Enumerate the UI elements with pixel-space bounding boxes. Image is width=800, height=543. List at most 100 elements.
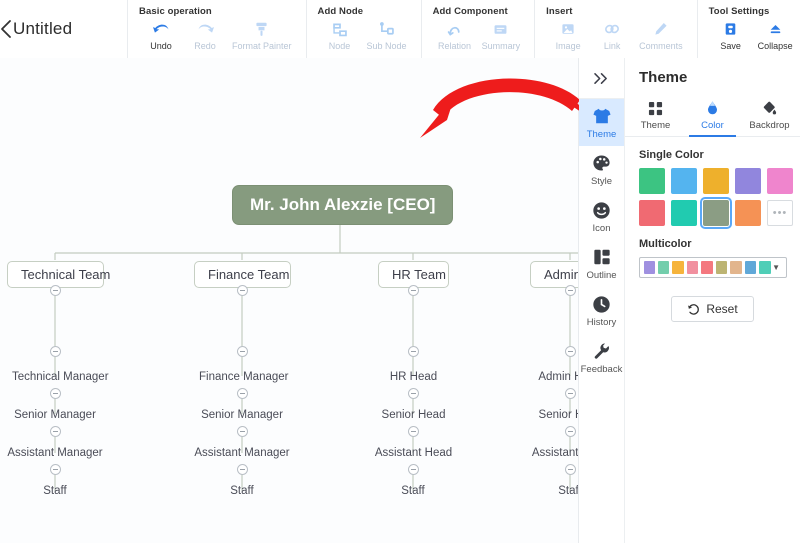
- collapse-toggle[interactable]: [236, 426, 248, 437]
- node-leaf[interactable]: Senior Manager: [8, 407, 102, 423]
- mindmap-canvas[interactable]: Mr. John Alexzie [CEO] Technical Team Te…: [0, 58, 579, 543]
- color-swatch[interactable]: [703, 168, 729, 194]
- node-leaf[interactable]: Technical Manager: [8, 369, 109, 385]
- node-leaf[interactable]: Finance Manager: [195, 369, 289, 385]
- node-leaf[interactable]: Staff: [212, 483, 272, 499]
- collapse-toggle[interactable]: [407, 285, 419, 296]
- insert-comments-button[interactable]: Comments: [634, 19, 688, 51]
- panel-rail: Theme Style Icon Outline History Feedbac…: [579, 58, 625, 543]
- rail-label: History: [586, 317, 617, 328]
- undo-arrow-icon: [152, 19, 171, 39]
- insert-link-button[interactable]: Link: [590, 19, 634, 51]
- node-team-technical[interactable]: Technical Team: [7, 261, 110, 288]
- multicolor-swatch: [701, 261, 713, 274]
- mindmap-connectors: [54, 223, 578, 491]
- collapse-toggle[interactable]: [49, 464, 61, 475]
- document-title[interactable]: Untitled: [13, 0, 127, 58]
- collapse-toggle[interactable]: [407, 464, 419, 475]
- node-leaf[interactable]: Senior Manager: [195, 407, 289, 423]
- collapse-toggle[interactable]: [49, 346, 61, 357]
- rail-item-history[interactable]: History: [579, 287, 624, 334]
- caret-down-icon[interactable]: ▼: [772, 263, 780, 272]
- collapse-toggle[interactable]: [49, 285, 61, 296]
- save-button[interactable]: Save: [709, 19, 753, 51]
- node-leaf[interactable]: Staff: [383, 483, 443, 499]
- right-panel: Theme Style Icon Outline History Feedbac…: [579, 58, 800, 543]
- collapse-toggle[interactable]: [407, 388, 419, 399]
- multicolor-swatch: [672, 261, 684, 274]
- rail-item-feedback[interactable]: Feedback: [579, 334, 624, 381]
- node-leaf[interactable]: Assistant Manager: [190, 445, 294, 461]
- redo-button[interactable]: Redo: [183, 19, 227, 51]
- node-leaf[interactable]: Assistant Head: [521, 445, 578, 461]
- collapse-toggle[interactable]: [236, 285, 248, 296]
- rail-item-outline[interactable]: Outline: [579, 240, 624, 287]
- multicolor-select[interactable]: ▼: [639, 257, 787, 278]
- color-swatch[interactable]: [735, 200, 761, 226]
- clock-icon: [592, 294, 611, 314]
- collapse-toggle[interactable]: [564, 346, 576, 357]
- color-swatch[interactable]: [671, 168, 697, 194]
- rail-label: Icon: [592, 223, 611, 234]
- tab-theme[interactable]: Theme: [627, 95, 684, 136]
- group-title: Insert: [546, 6, 573, 17]
- collapse-toggle[interactable]: [407, 346, 419, 357]
- back-button[interactable]: [0, 0, 13, 58]
- more-colors-button[interactable]: •••: [767, 200, 793, 226]
- node-leaf[interactable]: Assistant Head: [364, 445, 463, 461]
- collapse-toggle[interactable]: [236, 388, 248, 399]
- collapse-toggle[interactable]: [236, 346, 248, 357]
- toolbar-group-add-component: Add Component Relation Summary: [420, 0, 535, 58]
- node-leaf[interactable]: Staff: [540, 483, 578, 499]
- node-leaf[interactable]: Staff: [25, 483, 85, 499]
- node-leaf[interactable]: Senior Head: [525, 407, 578, 423]
- collapse-toggle[interactable]: [564, 388, 576, 399]
- undo-reset-icon: [688, 303, 700, 315]
- relation-button[interactable]: Relation: [433, 19, 477, 51]
- node-team-hr[interactable]: HR Team: [378, 261, 449, 288]
- collapse-toggle[interactable]: [564, 464, 576, 475]
- collapse-button[interactable]: Collapse: [753, 19, 798, 51]
- collapse-toggle[interactable]: [407, 426, 419, 437]
- reset-button[interactable]: Reset: [671, 296, 754, 322]
- color-swatch[interactable]: [671, 200, 697, 226]
- panel-collapse-button[interactable]: [579, 58, 624, 99]
- add-node-button[interactable]: Node: [318, 19, 362, 51]
- node-team-finance[interactable]: Finance Team: [194, 261, 291, 288]
- collapse-toggle[interactable]: [564, 426, 576, 437]
- insert-image-button[interactable]: Image: [546, 19, 590, 51]
- insert-comments-label: Comments: [639, 41, 683, 51]
- collapse-toggle[interactable]: [49, 388, 61, 399]
- double-chevron-right-icon: [594, 72, 607, 84]
- node-leaf[interactable]: Senior Head: [368, 407, 459, 423]
- node-leaf[interactable]: Assistant Manager: [3, 445, 107, 461]
- wrench-icon: [593, 341, 611, 361]
- rail-item-style[interactable]: Style: [579, 146, 624, 193]
- rail-label: Style: [590, 176, 613, 187]
- format-painter-button[interactable]: Format Painter: [227, 19, 297, 51]
- rail-item-icon[interactable]: Icon: [579, 193, 624, 240]
- add-node-icon: [331, 19, 349, 39]
- undo-button[interactable]: Undo: [139, 19, 183, 51]
- tab-backdrop[interactable]: Backdrop: [741, 95, 798, 136]
- node-leaf[interactable]: Admin Head: [533, 369, 578, 385]
- group-title: Add Node: [317, 6, 364, 17]
- collapse-toggle[interactable]: [564, 285, 576, 296]
- tab-color[interactable]: Color: [684, 95, 741, 137]
- rail-label: Theme: [586, 129, 617, 140]
- color-swatch[interactable]: [767, 168, 793, 194]
- color-swatch-selected[interactable]: [700, 197, 732, 229]
- add-sub-node-button[interactable]: Sub Node: [362, 19, 412, 51]
- color-swatch[interactable]: [639, 200, 665, 226]
- node-leaf[interactable]: HR Head: [378, 369, 449, 385]
- rail-item-theme[interactable]: Theme: [579, 99, 624, 146]
- summary-label: Summary: [481, 41, 521, 51]
- insert-link-label: Link: [603, 41, 621, 51]
- collapse-toggle[interactable]: [236, 464, 248, 475]
- color-swatch[interactable]: [735, 168, 761, 194]
- color-swatch[interactable]: [639, 168, 665, 194]
- node-team-admin[interactable]: Admin Team: [530, 261, 578, 288]
- summary-button[interactable]: Summary: [477, 19, 526, 51]
- collapse-toggle[interactable]: [49, 426, 61, 437]
- node-root[interactable]: Mr. John Alexzie [CEO]: [232, 185, 454, 225]
